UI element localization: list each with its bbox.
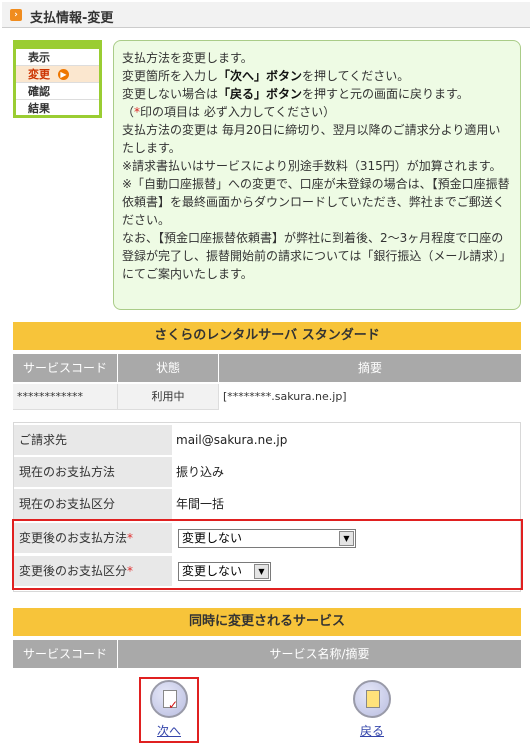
current-category-label: 現在のお支払区分 [14,489,172,519]
info-line: （*印の項目は 必ず入力してください） [122,105,336,119]
info-line: 変更箇所を入力し「次へ」ボタンを押してください。 [122,69,410,83]
billing-address-label: ご請求先 [14,425,172,455]
col-status: 状態 [155,361,180,375]
col-summary: 摘要 [357,361,382,375]
service-summary: [********.sakura.ne.jp] [219,384,521,410]
info-line: 支払方法を変更します。 [122,51,253,65]
billing-address-value: mail@sakura.ne.jp [176,433,288,447]
page-title: 支払情報-変更 [30,11,114,26]
info-line: 変更しない場合は「戻る」ボタンを押すと元の画面に戻ります。 [122,87,469,101]
info-line: なお、【預金口座振替依頼書】が弊社に到着後、2～3ヶ月程度で口座の登録が完了し、… [122,231,512,281]
current-method-value: 振り込み [176,465,225,479]
service-status: 利用中 [151,390,185,403]
back-icon[interactable] [353,680,391,718]
col-service-code: サービスコード [22,647,107,661]
service-code: ************ [17,390,83,403]
step-display: 表示 [16,49,99,66]
step-result: 結果 [28,102,50,115]
simultaneous-table-header: サービスコード サービス名称/摘要 [13,640,521,668]
back-button[interactable]: 戻る [345,680,399,739]
page-header: › 支払情報-変更 [2,2,530,28]
highlight-frame [12,519,523,590]
current-method-row: 現在のお支払方法 振り込み [14,457,520,487]
step-confirm: 確認 [16,83,99,100]
current-category-row: 現在のお支払区分 年間一括 [14,489,520,519]
current-step-icon: ▶ [58,69,69,80]
next-highlight-frame [139,677,199,743]
orange-arrow-icon: › [10,9,22,21]
billing-address-row: ご請求先 mail@sakura.ne.jp [14,425,520,455]
step-indicator: 表示 変更 ▶ 確認 結果 [13,40,102,118]
current-method-label: 現在のお支払方法 [14,457,172,487]
service-title: さくらのレンタルサーバ スタンダード [13,322,521,350]
service-table-header: サービスコード 状態 摘要 [13,354,521,382]
info-line: ※請求書払いはサービスにより別途手数料（315円）が加算されます。 [122,159,502,173]
current-category-value: 年間一括 [176,497,225,511]
info-line: ※「自動口座振替」への変更で、口座が未登録の場合は、【預金口座振替依頼書】を最終… [122,177,510,227]
col-service-name: サービス名称/摘要 [269,647,370,661]
simultaneous-services-title: 同時に変更されるサービス [13,608,521,636]
col-service-code: サービスコード [22,361,107,375]
back-link[interactable]: 戻る [345,722,399,739]
info-line: 支払方法の変更は 毎月20日に締切り、翌月以降のご請求分より適用いたします。 [122,123,501,155]
step-change: 変更 ▶ [16,66,99,83]
table-row: ************ 利用中 [********.sakura.ne.jp] [13,384,521,410]
instructions-box: 支払方法を変更します。 変更箇所を入力し「次へ」ボタンを押してください。 変更し… [113,40,521,310]
